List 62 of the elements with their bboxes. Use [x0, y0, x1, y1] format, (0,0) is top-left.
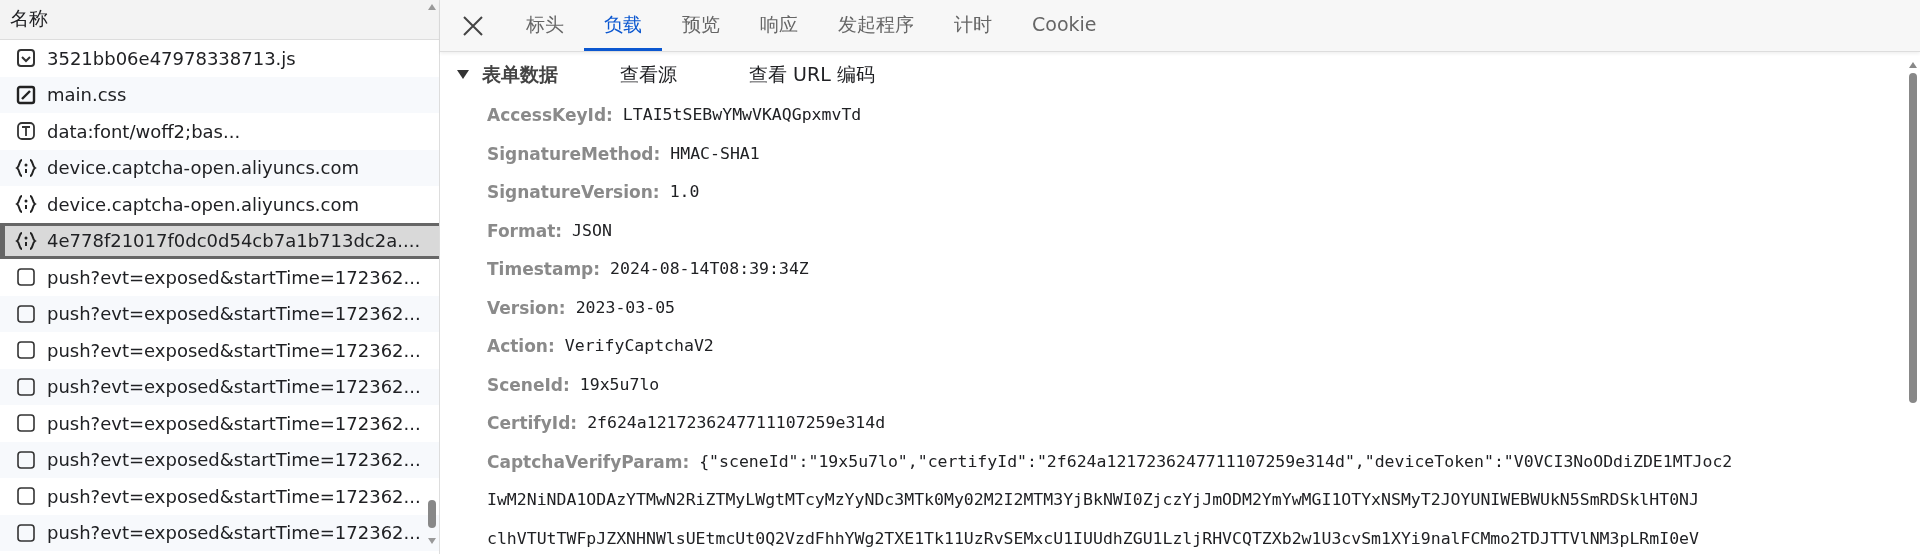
document-icon [15, 266, 37, 289]
tab[interactable]: 标头 [506, 0, 584, 51]
field-value: LTAI5tSEBwYMwVKAQGpxmvTd [622, 104, 862, 127]
field-value: {"sceneId":"19x5u7lo","certifyId":"2f624a1217236247711107259e314d","deviceToken":"V0VCI3NoODdiZDE1MTJoc2 [699, 450, 1733, 473]
file-script-icon [15, 47, 37, 70]
document-icon [15, 375, 37, 398]
request-row[interactable]: push?evt=exposed&startTime=172362... [0, 259, 439, 296]
field-value: 1.0 [669, 181, 700, 204]
tab[interactable]: 发起程序 [818, 0, 934, 51]
request-row[interactable]: 4e778f21017f0dc0d54cb7a1b713dc2a.... [0, 222, 439, 259]
stylesheet-icon [15, 83, 37, 106]
request-row[interactable]: push?evt=exposed&startTime=172362... [0, 478, 439, 515]
request-row[interactable]: push?evt=exposed&startTime=172362... [0, 514, 439, 551]
toggle-link[interactable]: 查看源 [620, 60, 677, 89]
close-icon [462, 14, 484, 37]
document-icon [15, 412, 37, 435]
request-row[interactable]: device.captcha-open.aliyuncs.com [0, 149, 439, 186]
request-row[interactable]: push?evt=exposed&startTime=172362... [0, 405, 439, 442]
request-row[interactable]: device.captcha-open.aliyuncs.com [0, 186, 439, 223]
request-row[interactable]: data:font/woff2;bas... [0, 113, 439, 150]
request-row[interactable]: main.css [0, 76, 439, 113]
field-key: Format: [487, 218, 563, 244]
font-icon [15, 120, 37, 143]
document-icon [15, 521, 37, 544]
field-value: IwM2NiNDA1ODAzYTMwN2RiZTMyLWgtMTcyMzYyNDc3MTk0My02M2I2MTM3YjBkNWI0ZjczYjJmODM2YmYwMGI1OTYxNSMyT2JOYUNIWEBWUkN5SmRDSklHT0NJ [487, 489, 1699, 512]
tab[interactable]: 预览 [662, 0, 740, 51]
field-value: clhVTUtTWFpJZXNHNWlsUEtmcUt0Q2VzdFhhYWg2TXE1Tk11UzRvSEMxcU1IUUdhZGU1LzljRHVCQTZXb2w1U3cvSm1XYi9nalFCMmo2TDJTTVlNM3pLRmI0eV [487, 527, 1699, 550]
request-row[interactable]: push?evt=exposed&startTime=172362... [0, 295, 439, 332]
tab[interactable]: Cookie [1012, 0, 1117, 51]
tab[interactable]: 负载 [584, 0, 662, 51]
section-title: 表单数据 [482, 62, 558, 87]
field-value: 2023-03-05 [575, 296, 675, 319]
field-key: Action: [487, 334, 555, 360]
request-row[interactable]: 3521bb06e47978338713.js [0, 40, 439, 77]
request-row[interactable]: push?evt=exposed&startTime=172362... [0, 441, 439, 478]
field-value: JSON [572, 219, 612, 242]
field-key: Timestamp: [487, 257, 601, 283]
column-header[interactable]: 名称 [10, 7, 48, 29]
tab[interactable]: 响应 [740, 0, 818, 51]
field-key: SignatureMethod: [487, 141, 661, 167]
tab[interactable]: 计时 [934, 0, 1012, 51]
field-value: 2024-08-14T08:39:34Z [610, 258, 809, 281]
field-key: SceneId: [487, 372, 570, 398]
field-key: Version: [487, 295, 566, 321]
request-row[interactable]: push?evt=exposed&startTime=172362... [0, 368, 439, 405]
toggle-link[interactable]: 查看 URL 编码 [749, 60, 875, 89]
document-icon [15, 485, 37, 508]
field-key: CaptchaVerifyParam: [487, 449, 690, 475]
document-icon [15, 339, 37, 362]
field-value: VerifyCaptchaV2 [564, 335, 714, 358]
curly-braces-icon [15, 229, 37, 252]
document-icon [15, 302, 37, 325]
curly-braces-icon [15, 156, 37, 179]
curly-braces-icon [15, 193, 37, 216]
request-row[interactable]: push?evt=exposed&startTime=172362... [0, 332, 439, 369]
field-value: 2f624a1217236247711107259e314d [587, 412, 886, 435]
document-icon [15, 448, 37, 471]
field-value: HMAC-SHA1 [670, 142, 760, 165]
field-key: SignatureVersion: [487, 180, 660, 206]
field-key: CertifyId: [487, 411, 578, 437]
field-key: AccessKeyId: [487, 103, 613, 129]
field-value: 19x5u7lo [579, 373, 660, 396]
